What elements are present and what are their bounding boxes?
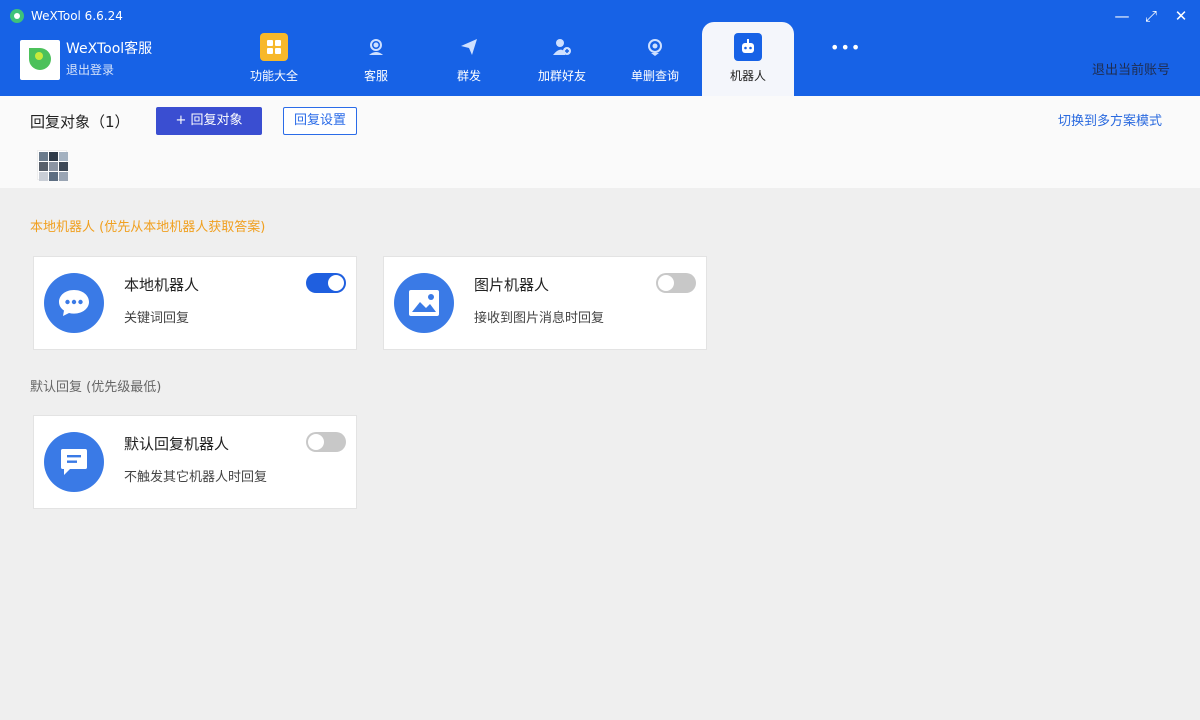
add-reply-target-button[interactable]: + 回复对象	[156, 107, 262, 135]
image-robot-card[interactable]: 图片机器人 接收到图片消息时回复	[383, 256, 707, 350]
minimize-button[interactable]: —	[1112, 6, 1132, 26]
local-robot-card[interactable]: 本地机器人 关键词回复	[33, 256, 357, 350]
switch-multi-plan-link[interactable]: 切换到多方案模式	[1058, 113, 1162, 131]
avatar	[20, 40, 60, 80]
tab-label: 群发	[456, 69, 481, 83]
logout-link[interactable]: 退出登录	[66, 62, 114, 78]
card-title: 本地机器人	[124, 276, 200, 294]
reply-settings-button[interactable]: 回复设置	[283, 107, 357, 135]
tab-features[interactable]: 功能大全	[228, 22, 320, 96]
window-title: WeXTool 6.6.24	[31, 9, 123, 23]
account-block: WeXTool客服 退出登录	[20, 40, 220, 80]
tab-label: 功能大全	[249, 69, 298, 83]
reply-target-title: 回复对象（1）	[30, 113, 130, 131]
send-icon	[455, 33, 483, 61]
query-icon	[641, 33, 669, 61]
app-logo-icon	[10, 9, 24, 23]
image-robot-toggle[interactable]	[656, 273, 696, 293]
tab-broadcast[interactable]: 群发	[423, 22, 515, 96]
local-robot-section-title: 本地机器人 (优先从本地机器人获取答案)	[30, 220, 266, 235]
chat-bubble-icon	[44, 273, 104, 333]
grid-icon	[260, 33, 288, 61]
reply-target-panel: 回复对象（1） + 回复对象 回复设置 切换到多方案模式	[0, 96, 1200, 188]
logo-dot	[35, 52, 43, 60]
card-description: 不触发其它机器人时回复	[124, 470, 268, 485]
card-description: 接收到图片消息时回复	[474, 311, 605, 326]
default-reply-section-title: 默认回复 (优先级最低)	[30, 380, 162, 395]
tab-label: 加群好友	[537, 69, 586, 83]
card-title: 图片机器人	[474, 276, 550, 294]
app-header: WeXTool 6.6.24 — ⤢ ✕ WeXTool客服 退出登录 功能大全…	[0, 0, 1200, 96]
tab-single-delete-query[interactable]: 单删查询	[609, 22, 701, 96]
message-icon	[44, 432, 104, 492]
tab-label: 客服	[363, 69, 388, 83]
tab-robot[interactable]: 机器人	[702, 22, 794, 96]
group-avatar[interactable]	[37, 150, 68, 181]
customer-service-icon	[362, 33, 390, 61]
maximize-button[interactable]: ⤢	[1141, 6, 1161, 26]
robot-icon	[734, 33, 762, 61]
close-button[interactable]: ✕	[1171, 6, 1191, 26]
account-name: WeXTool客服	[66, 41, 153, 57]
tab-label: 单删查询	[630, 69, 679, 83]
default-reply-robot-toggle[interactable]	[306, 432, 346, 452]
card-description: 关键词回复	[124, 311, 190, 326]
more-icon[interactable]: •••	[830, 38, 860, 58]
local-robot-toggle[interactable]	[306, 273, 346, 293]
image-icon	[394, 273, 454, 333]
card-title: 默认回复机器人	[124, 435, 230, 453]
default-reply-robot-card[interactable]: 默认回复机器人 不触发其它机器人时回复	[33, 415, 357, 509]
add-friend-icon	[548, 33, 576, 61]
logout-account-button[interactable]: 退出当前账号	[1092, 62, 1170, 80]
tab-add-group-friends[interactable]: 加群好友	[516, 22, 608, 96]
tab-label: 机器人	[729, 69, 766, 83]
tab-customer-service[interactable]: 客服	[330, 22, 422, 96]
